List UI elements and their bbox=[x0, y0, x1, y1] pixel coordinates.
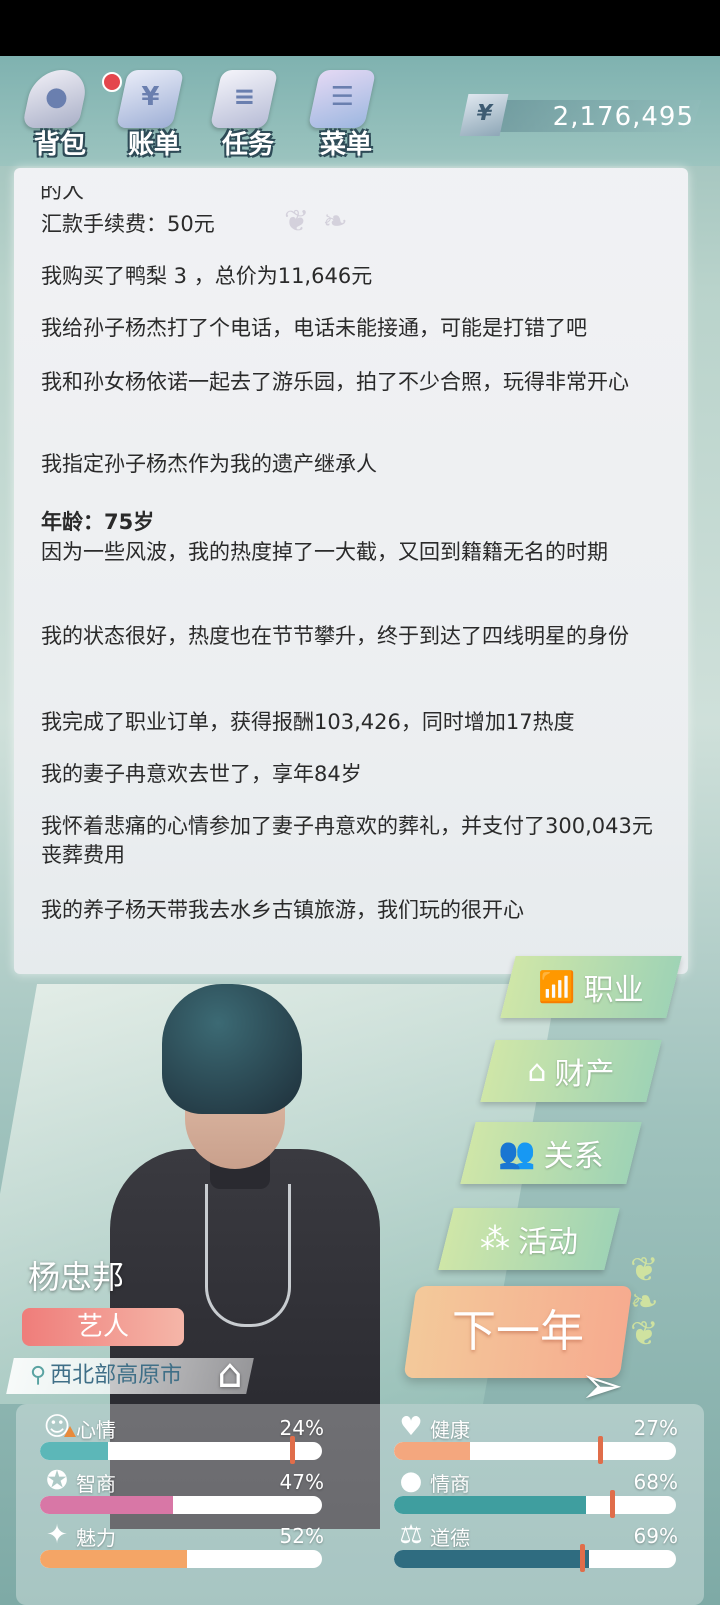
stat-label: 智商 bbox=[76, 1472, 116, 1496]
stat-label: 道德 bbox=[430, 1526, 470, 1550]
apple-icon: ● bbox=[399, 1466, 423, 1496]
brain-icon: ✪ bbox=[46, 1466, 68, 1496]
menu-label: 菜单 bbox=[319, 130, 372, 160]
scale-icon: ⚖ bbox=[399, 1520, 423, 1550]
avatar-necklace bbox=[205, 1184, 291, 1327]
stat-value: 27% bbox=[633, 1416, 678, 1440]
location-text: 西北部高原市 bbox=[50, 1363, 183, 1388]
bag-label: 背包 bbox=[33, 130, 86, 160]
sparkle-icon: ✦ bbox=[46, 1520, 68, 1550]
stat-bar-fill bbox=[40, 1442, 108, 1460]
log-entry: 我和孙女杨依诺一起去了游乐园，拍了不少合照，玩得非常开心 bbox=[41, 370, 629, 394]
stat-label: 魅力 bbox=[76, 1526, 116, 1550]
stat-label: 情商 bbox=[430, 1472, 470, 1496]
bubbles-icon: ⁂ bbox=[480, 1221, 510, 1257]
stat-bar bbox=[40, 1442, 322, 1460]
log-entry: 我的妻子冉意欢去世了，享年84岁 bbox=[41, 762, 362, 786]
menu-button[interactable]: ☰ 菜单 bbox=[298, 64, 388, 164]
stat-marker bbox=[610, 1490, 615, 1518]
bill-button[interactable]: ¥ 账单 bbox=[106, 64, 196, 164]
activity-button[interactable]: ⁂ 活动 bbox=[438, 1208, 620, 1270]
log-entry: 我完成了职业订单，获得报酬103,426，同时增加17热度 bbox=[41, 710, 575, 734]
log-entry: 我指定孙子杨杰作为我的遗产继承人 bbox=[41, 452, 377, 476]
stat-marker bbox=[598, 1436, 603, 1464]
people-icon: 👥 bbox=[498, 1135, 536, 1171]
stat-value: 24% bbox=[279, 1416, 324, 1440]
task-button[interactable]: ≡ 任务 bbox=[200, 64, 290, 164]
stat-bar-fill bbox=[40, 1496, 173, 1514]
log-entry: 我给孙子杨杰打了个电话，电话未能接通，可能是打错了吧 bbox=[41, 316, 587, 340]
stat-bar bbox=[394, 1496, 676, 1514]
stat-bar bbox=[394, 1550, 676, 1568]
career-button[interactable]: 📶 职业 bbox=[500, 956, 682, 1018]
menu-icon: ☰ bbox=[307, 70, 377, 128]
status-bar bbox=[0, 0, 720, 56]
chart-icon: 📶 bbox=[538, 969, 576, 1005]
stat-marker bbox=[290, 1436, 295, 1464]
stat-health: ♥ 健康 27% bbox=[388, 1412, 678, 1464]
bill-label: 账单 bbox=[127, 130, 180, 160]
task-label: 任务 bbox=[221, 130, 274, 160]
stat-bar-fill bbox=[40, 1550, 187, 1568]
heart-icon: ♥ bbox=[399, 1412, 423, 1442]
bag-icon: ● bbox=[21, 70, 91, 128]
stat-eq: ● 情商 68% bbox=[388, 1466, 678, 1518]
log-entry: 我的养子杨天带我去水乡古镇旅游，我们玩的很开心 bbox=[41, 898, 524, 922]
money-value: 2,176,495 bbox=[552, 102, 694, 132]
pin-icon: ⚲ bbox=[30, 1363, 47, 1388]
log-entry: 我怀着悲痛的心情参加了妻子冉意欢的葬礼，并支付了300,043元丧葬费用 bbox=[41, 814, 653, 867]
job-badge[interactable]: 艺人 bbox=[22, 1308, 184, 1346]
stat-value: 69% bbox=[633, 1524, 678, 1548]
stat-value: 47% bbox=[279, 1470, 324, 1494]
stat-marker bbox=[580, 1544, 585, 1572]
stat-morality: ⚖ 道德 69% bbox=[388, 1520, 678, 1572]
stat-bar-fill bbox=[394, 1496, 586, 1514]
relation-button[interactable]: 👥 关系 bbox=[460, 1122, 642, 1184]
stat-bar bbox=[394, 1442, 676, 1460]
stat-label: 健康 bbox=[430, 1418, 470, 1442]
stat-bar bbox=[40, 1550, 322, 1568]
warning-icon bbox=[64, 1426, 76, 1437]
log-entry: 我的状态很好，热度也在节节攀升，终于到达了四线明星的身份 bbox=[41, 624, 629, 648]
life-log-panel[interactable]: 的人 ❦ ❧ 汇款手续费：50元 我购买了鸭梨 3 ，总价为11,646元 我给… bbox=[14, 168, 688, 974]
stat-value: 68% bbox=[633, 1470, 678, 1494]
house-icon: ⌂ bbox=[527, 1053, 547, 1089]
log-entry: 我购买了鸭梨 3 ，总价为11,646元 bbox=[41, 264, 373, 288]
home-icon[interactable]: ⌂ bbox=[208, 1354, 252, 1394]
stat-value: 52% bbox=[279, 1524, 324, 1548]
relation-label: 关系 bbox=[543, 1139, 604, 1174]
activity-label: 活动 bbox=[518, 1225, 578, 1260]
bill-icon: ¥ bbox=[115, 70, 185, 128]
stat-charm: ✦ 魅力 52% bbox=[34, 1520, 324, 1570]
property-label: 财产 bbox=[554, 1057, 615, 1092]
avatar-hair bbox=[162, 984, 302, 1114]
bag-button[interactable]: ● 背包 bbox=[12, 64, 122, 164]
stats-panel: ☺ 心情 24% ♥ 健康 27% ✪ 智商 47% ● 情商 68% ✦ 魅力… bbox=[16, 1404, 704, 1605]
log-age-header: 年龄：75岁 bbox=[41, 510, 155, 534]
log-entry: 因为一些风波，我的热度掉了一大截，又回到籍籍无名的时期 bbox=[41, 540, 608, 564]
money-display: ¥ 2,176,495 bbox=[458, 94, 702, 136]
top-bar: ● 背包 ¥ 账单 ≡ 任务 ☰ 菜单 ¥ 2,176,495 bbox=[0, 56, 720, 166]
stat-label: 心情 bbox=[76, 1418, 116, 1442]
stat-bar-fill bbox=[394, 1550, 589, 1568]
career-label: 职业 bbox=[583, 973, 644, 1008]
log-cut-line: 的人 bbox=[40, 186, 85, 200]
stat-bar bbox=[40, 1496, 322, 1514]
stat-mood: ☺ 心情 24% bbox=[34, 1412, 324, 1464]
property-button[interactable]: ⌂ 财产 bbox=[480, 1040, 662, 1102]
stat-iq: ✪ 智商 47% bbox=[34, 1466, 324, 1516]
stat-bar-fill bbox=[394, 1442, 471, 1460]
log-entry: 汇款手续费：50元 bbox=[41, 212, 215, 236]
task-icon: ≡ bbox=[209, 70, 279, 128]
character-name: 杨忠邦 bbox=[28, 1258, 125, 1296]
